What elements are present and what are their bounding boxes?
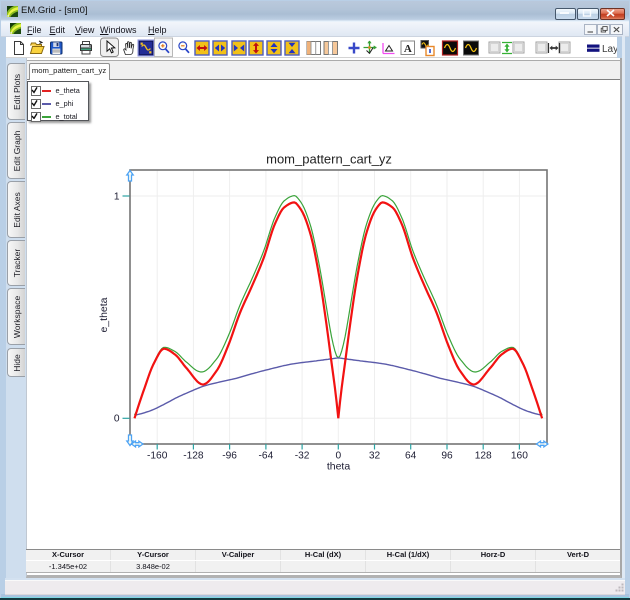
svg-text:64: 64 <box>405 451 417 462</box>
svg-text:theta: theta <box>327 461 351 473</box>
svg-text:-96: -96 <box>222 451 237 462</box>
svg-text:-32: -32 <box>295 451 310 462</box>
svg-text:mom_pattern_cart_yz: mom_pattern_cart_yz <box>266 152 392 167</box>
svg-text:32: 32 <box>369 451 381 462</box>
svg-text:-128: -128 <box>183 451 204 462</box>
svg-text:0: 0 <box>114 414 120 425</box>
svg-text:1: 1 <box>114 192 120 203</box>
svg-text:160: 160 <box>511 451 528 462</box>
svg-text:-160: -160 <box>147 451 168 462</box>
svg-text:-64: -64 <box>259 451 274 462</box>
svg-text:96: 96 <box>441 451 453 462</box>
svg-text:e_theta: e_theta <box>98 297 110 332</box>
svg-text:128: 128 <box>475 451 492 462</box>
